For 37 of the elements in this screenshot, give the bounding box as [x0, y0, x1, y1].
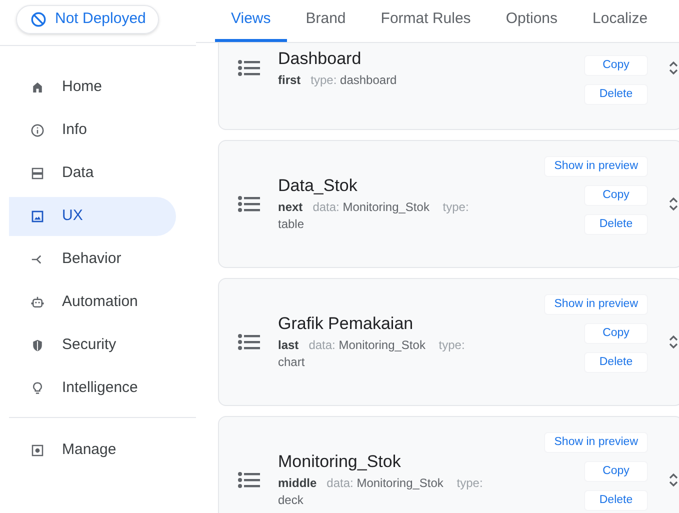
view-action-button[interactable]: Copy — [584, 185, 648, 206]
nav-item[interactable]: Intelligence — [9, 369, 176, 408]
deployment-status[interactable]: Not Deployed — [16, 5, 159, 34]
nav-item[interactable]: Info — [9, 111, 176, 150]
view-action-button[interactable]: Show in preview — [544, 432, 648, 453]
view-action-button[interactable]: Copy — [584, 461, 648, 482]
view-card[interactable]: Dashboard first type: dashboard Copy Delete — [218, 43, 679, 130]
view-action-button[interactable]: Show in preview — [544, 294, 648, 315]
view-action-button[interactable]: Delete — [584, 84, 648, 105]
nav-item[interactable]: UX — [9, 197, 176, 236]
nav-item[interactable]: Automation — [9, 283, 176, 322]
view-meta: middle data: Monitoring_Stok type: deck — [278, 475, 483, 509]
nav-item[interactable]: Data — [9, 154, 176, 193]
view-action-button[interactable]: Copy — [584, 55, 648, 76]
view-card[interactable]: Grafik Pemakaian last data: Monitoring_Stok type: chart Show in preview Copy Delete — [218, 278, 679, 406]
view-card[interactable]: Data_Stok next data: Monitoring_Stok type: table Show in preview Copy Delete — [218, 140, 679, 268]
view-action-button[interactable]: Delete — [584, 214, 648, 235]
view-action-button[interactable]: Delete — [584, 352, 648, 373]
view-meta: last data: Monitoring_Stok type: chart — [278, 337, 466, 371]
view-title: Monitoring_Stok — [278, 451, 402, 473]
view-card[interactable]: Monitoring_Stok middle data: Monitoring_Stok type: deck Show in preview Copy Delete — [218, 416, 679, 513]
nav-item[interactable]: Manage — [9, 431, 176, 470]
view-title: Data_Stok — [278, 175, 358, 197]
view-action-button[interactable]: Delete — [584, 490, 648, 511]
view-title: Dashboard — [278, 48, 362, 70]
tab[interactable]: Brand — [290, 0, 362, 42]
nav-item[interactable]: Home — [9, 68, 176, 107]
nav-item[interactable]: Behavior — [9, 240, 176, 279]
tab[interactable]: Localize — [576, 0, 664, 42]
view-action-button[interactable]: Show in preview — [544, 156, 648, 177]
view-title: Grafik Pemakaian — [278, 313, 414, 335]
tab[interactable]: Format Rules — [364, 0, 487, 42]
view-action-button[interactable]: Copy — [584, 323, 648, 344]
nav-item[interactable]: Security — [9, 326, 176, 365]
view-meta: first type: dashboard — [278, 72, 398, 89]
view-meta: next data: Monitoring_Stok type: table — [278, 199, 470, 233]
tab[interactable]: Options — [490, 0, 574, 42]
